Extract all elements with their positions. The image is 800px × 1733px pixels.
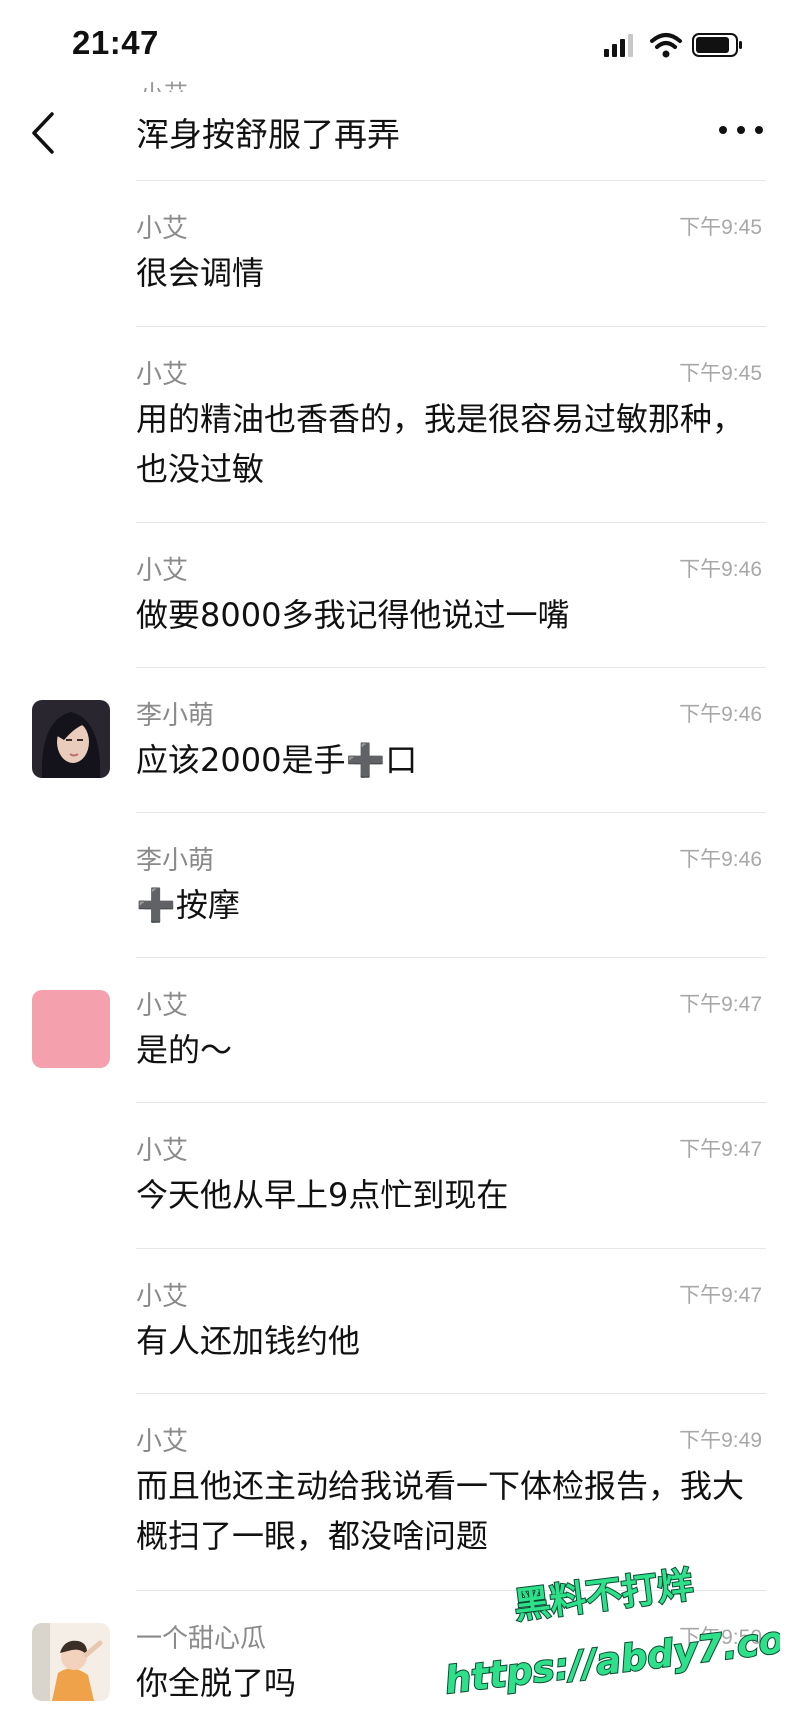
divider: [136, 1102, 766, 1103]
avatar-photo: [32, 700, 110, 778]
divider: [136, 1393, 766, 1394]
status-bar: 21:47: [0, 0, 800, 80]
message-time: 下午9:47: [679, 1138, 762, 1161]
sender-name: 小艾: [136, 991, 189, 1021]
sender-name: 小艾: [136, 360, 189, 390]
watermark-line1: 黑料不打烊: [512, 1565, 696, 1628]
watermark-line2: https://abdy7.com: [442, 1613, 780, 1702]
sender-name: 小艾: [136, 1282, 189, 1312]
message-text: 今天他从早上9点忙到现在: [136, 1176, 509, 1214]
watermark: 黑料不打烊 https://abdy7.com: [441, 1564, 780, 1704]
sender-name: 小艾: [136, 1136, 189, 1166]
divider: [136, 522, 766, 523]
message-text: ➕按摩: [136, 886, 240, 924]
message-text: 很会调情: [136, 254, 265, 292]
sender-name: 小艾: [136, 1427, 189, 1457]
avatar[interactable]: [32, 990, 110, 1068]
avatar[interactable]: [32, 1623, 110, 1701]
message-time: 下午9:47: [679, 1284, 762, 1307]
sender-name: 李小萌: [136, 701, 215, 731]
message-text: 用的精油也香香的，我是很容易过敏那种，也没过敏: [136, 400, 745, 488]
divider: [136, 1248, 766, 1249]
divider: [136, 667, 766, 668]
message-time: 下午9:49: [679, 1429, 762, 1452]
sender-name: 小艾: [136, 556, 189, 586]
battery-icon: [692, 33, 742, 57]
status-time: 21:47: [72, 24, 159, 61]
partial-sender-label: 小艾: [140, 60, 200, 92]
wifi-icon: [650, 33, 682, 58]
thread-title: 浑身按舒服了再弄: [136, 115, 400, 154]
signal-icon: [604, 34, 633, 57]
divider: [136, 812, 766, 813]
message-time: 下午9:45: [679, 362, 762, 385]
message-text: 有人还加钱约他: [136, 1322, 361, 1360]
sender-name: 一个甜心瓜: [136, 1624, 267, 1654]
divider: [136, 180, 766, 181]
message-time: 下午9:46: [679, 703, 762, 726]
back-chevron-icon[interactable]: [28, 110, 58, 156]
divider: [136, 326, 766, 327]
avatar-photo: [32, 1623, 110, 1701]
status-icons: [604, 33, 742, 58]
sender-name: 小艾: [136, 214, 189, 244]
message-time: 下午9:47: [679, 993, 762, 1016]
message-text: 应该2000是手➕口: [136, 741, 418, 779]
avatar[interactable]: [32, 700, 110, 778]
sender-name: 李小萌: [136, 846, 215, 876]
message-time: 下午9:46: [679, 848, 762, 871]
message-text: 是的～: [136, 1031, 233, 1069]
message-text: 做要8000多我记得他说过一嘴: [136, 596, 570, 634]
divider: [136, 957, 766, 958]
more-options-icon[interactable]: [717, 118, 765, 142]
message-time: 下午9:46: [679, 558, 762, 581]
message-time: 下午9:45: [679, 216, 762, 239]
nav-bar: [0, 80, 800, 180]
